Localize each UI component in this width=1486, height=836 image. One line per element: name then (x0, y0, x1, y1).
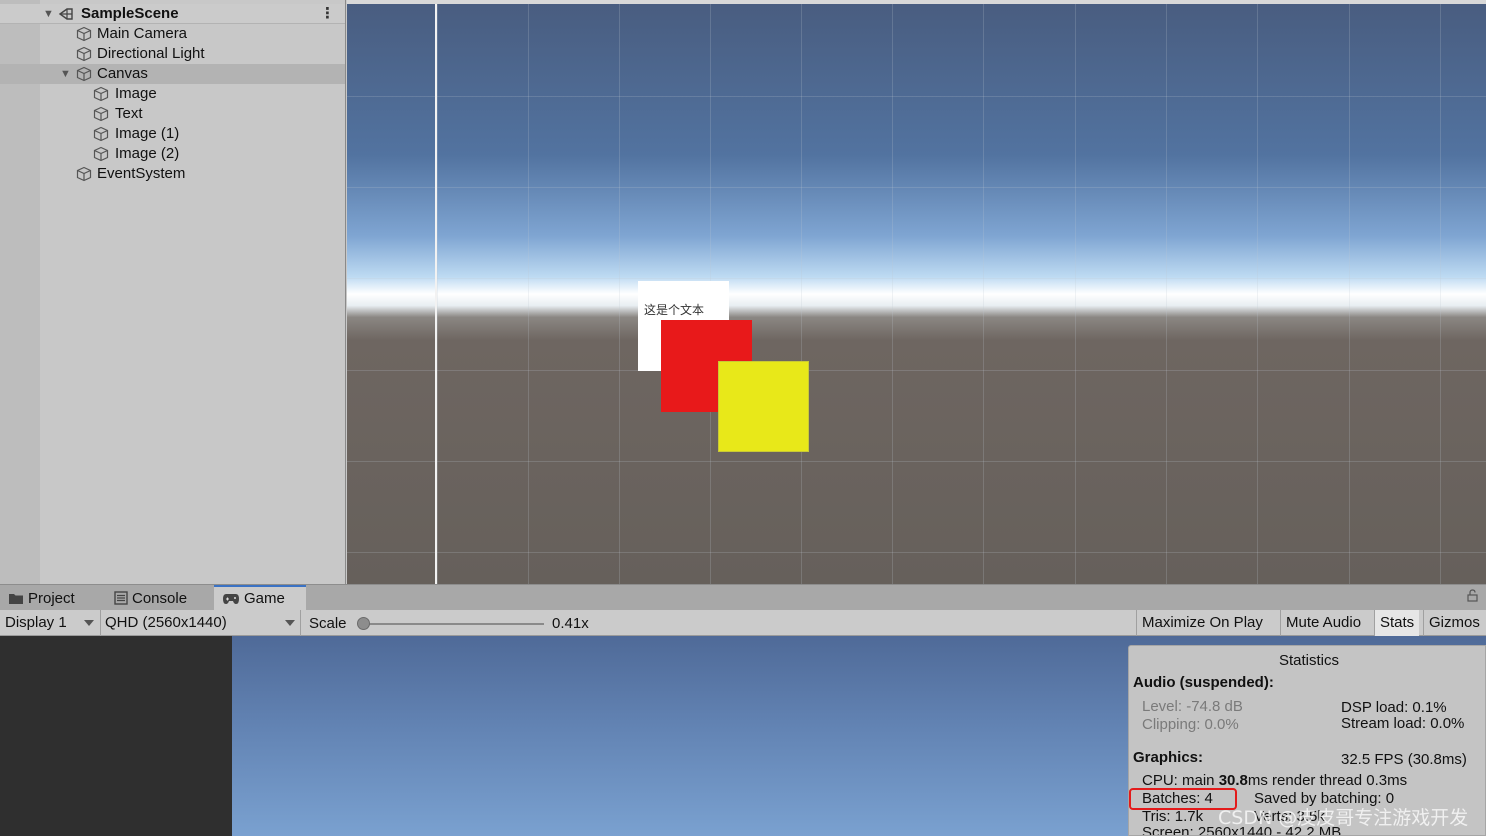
unity-scene-icon (58, 8, 73, 20)
hierarchy-item-text[interactable]: Text (0, 104, 345, 124)
scene-view[interactable]: 这是个文本 (347, 4, 1486, 584)
resolution-dropdown[interactable]: QHD (2560x1440) (105, 610, 297, 636)
hierarchy-panel: ▼ SampleScene ⋮ Main Camera Directional … (0, 0, 346, 584)
mute-audio-button[interactable]: Mute Audio (1280, 610, 1366, 636)
gameobject-cube-icon (76, 66, 92, 82)
graphics-header: Graphics: (1133, 749, 1204, 766)
scene-text-object[interactable]: 这是个文本 (644, 301, 704, 318)
grid-line (347, 278, 1486, 279)
hierarchy-item-label: Main Camera (97, 25, 188, 42)
audio-clipping: Clipping: 0.0% (1142, 716, 1239, 733)
gamepad-icon (223, 594, 239, 604)
grid-line (1166, 4, 1167, 584)
statistics-title: Statistics (1279, 652, 1340, 669)
hierarchy-item-main-camera[interactable]: Main Camera (0, 24, 345, 44)
grid-line (619, 4, 620, 584)
scale-slider-track[interactable] (362, 623, 544, 625)
grid-line (347, 370, 1486, 371)
hierarchy-item-canvas[interactable]: ▼ Canvas (0, 64, 345, 84)
cpu-prefix: CPU: main (1142, 772, 1219, 789)
hierarchy-item-image-1[interactable]: Image (1) (0, 124, 345, 144)
gameobject-cube-icon (93, 126, 109, 142)
gameobject-cube-icon (76, 166, 92, 182)
cpu-readout: CPU: main 30.8ms render thread 0.3ms (1142, 772, 1407, 789)
grid-line (528, 4, 529, 584)
tab-console[interactable]: Console (106, 587, 214, 611)
dsp-load: DSP load: 0.1% (1341, 699, 1447, 716)
gizmos-button[interactable]: Gizmos (1423, 610, 1485, 636)
resolution-dropdown-label: QHD (2560x1440) (105, 614, 227, 631)
tab-project[interactable]: Project (0, 587, 106, 611)
folder-icon (9, 594, 23, 604)
grid-line (983, 4, 984, 584)
grid-line (347, 187, 1486, 188)
grid-line (347, 96, 1486, 97)
watermark: CSDN @皮皮哥专注游戏开发 (1218, 807, 1469, 829)
grid-line (347, 461, 1486, 462)
more-options-icon[interactable]: ⋮ (320, 4, 335, 24)
tab-game[interactable]: Game (214, 585, 306, 611)
toolbar-separator (100, 610, 101, 636)
hierarchy-item-label: Image (2) (115, 145, 180, 162)
game-toolbar: Display 1 QHD (2560x1440) Scale 0.41x Ma… (0, 610, 1486, 636)
fps-readout: 32.5 FPS (30.8ms) (1341, 751, 1467, 768)
gameobject-cube-icon (76, 26, 92, 42)
gameobject-cube-icon (76, 46, 92, 62)
hierarchy-item-label: Text (115, 105, 143, 122)
scale-value: 0.41x (552, 615, 589, 632)
audio-level: Level: -74.8 dB (1142, 698, 1243, 715)
stream-load: Stream load: 0.0% (1341, 715, 1465, 732)
gameobject-cube-icon (93, 146, 109, 162)
hierarchy-item-image[interactable]: Image (0, 84, 345, 104)
scene-name: SampleScene (81, 5, 179, 22)
lock-icon[interactable] (1467, 589, 1478, 602)
tris-readout: Tris: 1.7k (1142, 808, 1204, 825)
hierarchy-item-image-2[interactable]: Image (2) (0, 144, 345, 164)
chevron-down-icon (285, 620, 295, 626)
scene-row[interactable]: ▼ SampleScene ⋮ (0, 4, 345, 24)
scale-label: Scale (309, 615, 347, 632)
grid-line (1075, 4, 1076, 584)
grid-line (892, 4, 893, 584)
stats-button[interactable]: Stats (1374, 610, 1420, 636)
yellow-image[interactable] (718, 361, 809, 452)
hierarchy-item-label: EventSystem (97, 165, 186, 182)
bottom-tab-bar: Project Console Game (0, 584, 1486, 611)
cpu-main-value: 30.8 (1218, 772, 1248, 789)
canvas-boundary-line (435, 4, 437, 584)
chevron-down-icon (84, 620, 94, 626)
grid-line (1257, 4, 1258, 584)
display-dropdown-label: Display 1 (5, 614, 67, 631)
hierarchy-item-label: Image (1) (115, 125, 180, 142)
tab-label: Project (28, 590, 75, 607)
grid-line (801, 4, 802, 584)
audio-header: Audio (suspended): (1133, 674, 1274, 691)
gameobject-cube-icon (93, 86, 109, 102)
cpu-suffix: ms render thread 0.3ms (1247, 772, 1408, 789)
grid-line (1440, 4, 1441, 584)
toolbar-separator (300, 610, 301, 636)
console-icon (114, 591, 128, 605)
hierarchy-item-directional-light[interactable]: Directional Light (0, 44, 345, 64)
expand-arrow-icon[interactable]: ▼ (43, 4, 54, 24)
maximize-on-play-button[interactable]: Maximize On Play (1136, 610, 1268, 636)
hierarchy-tree: ▼ SampleScene ⋮ Main Camera Directional … (0, 4, 345, 184)
expand-arrow-icon[interactable]: ▼ (60, 64, 71, 84)
tab-label: Game (244, 590, 285, 607)
grid-line (437, 4, 438, 584)
hierarchy-item-label: Canvas (97, 65, 148, 82)
gameobject-cube-icon (93, 106, 109, 122)
hierarchy-item-eventsystem[interactable]: EventSystem (0, 164, 345, 184)
grid-line (347, 552, 1486, 553)
hierarchy-item-label: Directional Light (97, 45, 205, 62)
display-dropdown[interactable]: Display 1 (5, 610, 97, 636)
grid-line (1349, 4, 1350, 584)
tab-label: Console (132, 590, 188, 607)
hierarchy-item-label: Image (115, 85, 157, 102)
scale-slider-handle[interactable] (357, 617, 370, 630)
